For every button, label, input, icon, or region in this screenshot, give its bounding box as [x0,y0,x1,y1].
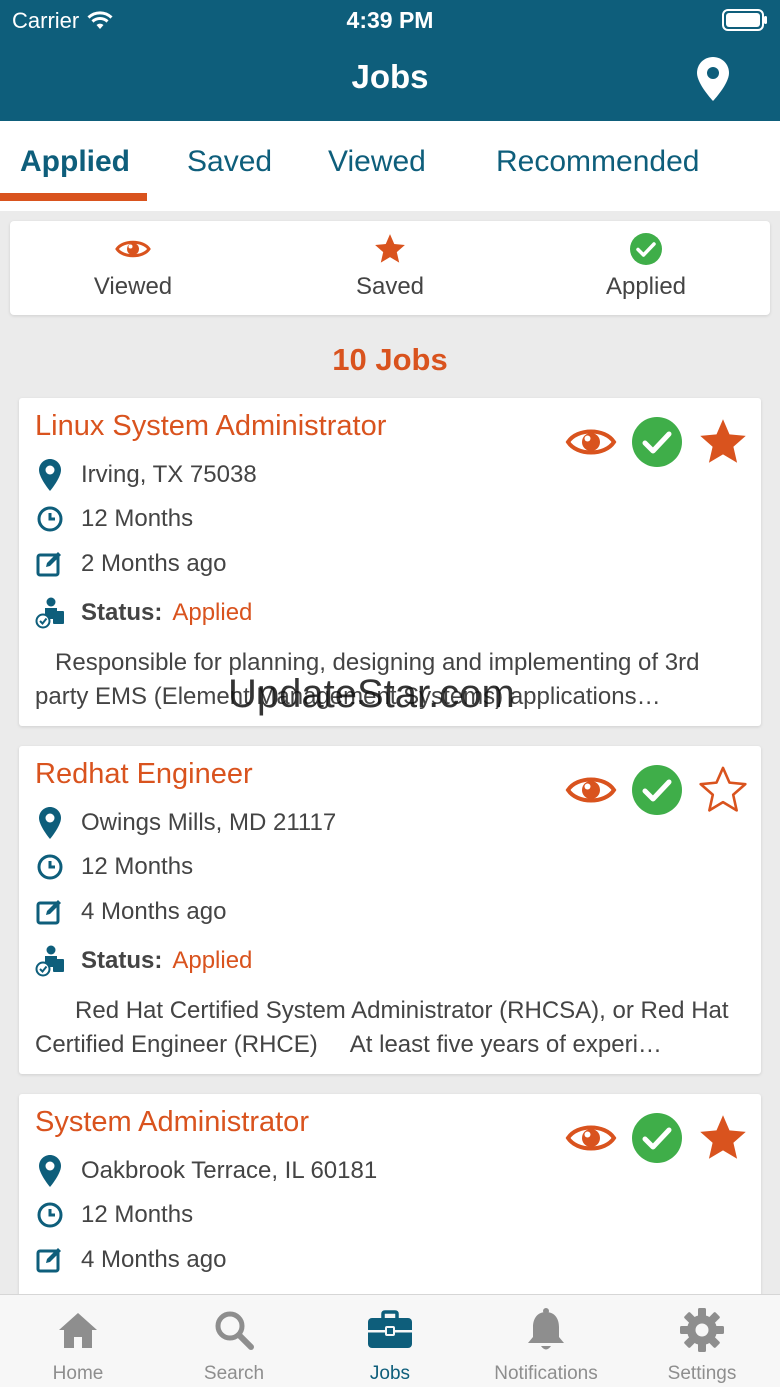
status-legend: Viewed Saved Applied [10,221,770,315]
viewed-eye-icon[interactable] [565,424,617,460]
status-label: Status: [81,947,163,974]
viewed-eye-icon[interactable] [565,1120,617,1156]
bottom-tab-notifications-label: Notifications [494,1363,598,1384]
status-label: Status: [81,599,163,626]
bottom-tab-search[interactable]: Search [156,1305,312,1385]
legend-viewed[interactable]: Viewed [33,229,233,301]
job-location: Irving, TX 75038 [81,461,257,488]
clock: 4:39 PM [346,7,434,33]
bottom-tab-settings[interactable]: Settings [624,1305,780,1385]
job-posted: 2 Months ago [81,550,227,577]
star-filled-icon[interactable] [697,416,749,468]
bell-icon [528,1308,564,1350]
tab-saved[interactable]: Saved [187,145,272,179]
job-location: Oakbrook Terrace, IL 60181 [81,1157,378,1184]
tab-viewed[interactable]: Viewed [328,145,426,179]
legend-saved-label: Saved [355,273,425,300]
job-location: Owings Mills, MD 21117 [81,809,337,836]
job-duration: 12 Months [81,505,194,532]
applied-check-icon[interactable] [631,1112,683,1164]
legend-applied-label: Applied [605,273,687,300]
bottom-tab-bar: Home Search Jobs Notifications Settings [0,1294,780,1387]
job-title[interactable]: Linux System Administrator [35,410,386,443]
status-bar: Carrier 4:39 PM [0,0,780,40]
job-status: Applied [172,599,253,626]
bottom-tab-jobs[interactable]: Jobs [312,1305,468,1385]
eye-icon [115,240,151,258]
location-icon [39,807,61,839]
edit-icon [36,552,61,577]
edit-icon [36,1248,61,1273]
job-description: Red Hat Certified System Administrator (… [35,997,736,1058]
star-outline-icon[interactable] [697,764,749,816]
check-circle-icon [630,233,662,265]
job-card[interactable]: Redhat Engineer Owings Mills, MD 21117 1… [19,746,761,1074]
legend-viewed-label: Viewed [93,273,173,300]
clock-icon [37,506,63,532]
bottom-tab-search-label: Search [203,1363,265,1384]
search-icon [215,1311,254,1350]
location-icon [39,1155,61,1187]
applied-check-icon[interactable] [631,764,683,816]
edit-icon [36,900,61,925]
location-icon [39,459,61,491]
legend-saved[interactable]: Saved [290,229,490,301]
clock-icon [37,1202,63,1228]
job-title[interactable]: Redhat Engineer [35,758,253,791]
job-title[interactable]: System Administrator [35,1106,309,1139]
job-duration: 12 Months [81,853,194,880]
home-icon [59,1313,97,1348]
jobs-count: 10 Jobs [332,342,448,377]
page-title: Jobs [351,58,429,95]
app-header: Jobs [0,40,780,121]
bottom-tab-home-label: Home [52,1363,104,1384]
applicant-status-icon [35,945,64,977]
bottom-tab-jobs-label: Jobs [369,1363,411,1384]
active-tab-indicator [0,193,147,201]
briefcase-icon [368,1310,412,1348]
job-status: Applied [172,947,253,974]
bottom-tab-home[interactable]: Home [0,1305,156,1385]
gear-icon [680,1308,724,1352]
star-icon [375,234,405,263]
watermark: UpdateStar.com [228,672,515,716]
viewed-eye-icon[interactable] [565,772,617,808]
clock-icon [37,854,63,880]
battery-icon [722,9,767,31]
job-card[interactable]: System Administrator Oakbrook Terrace, I… [19,1094,761,1314]
job-duration: 12 Months [81,1201,194,1228]
tab-recommended[interactable]: Recommended [496,145,699,179]
bottom-tab-notifications[interactable]: Notifications [468,1305,624,1385]
star-filled-icon[interactable] [697,1112,749,1164]
bottom-tab-settings-label: Settings [667,1363,737,1384]
applied-check-icon[interactable] [631,416,683,468]
tab-applied[interactable]: Applied [20,145,130,179]
applicant-status-icon [35,597,64,629]
job-posted: 4 Months ago [81,898,227,925]
job-posted: 4 Months ago [81,1246,227,1273]
legend-applied[interactable]: Applied [546,229,746,301]
location-pin-icon[interactable] [696,56,730,102]
